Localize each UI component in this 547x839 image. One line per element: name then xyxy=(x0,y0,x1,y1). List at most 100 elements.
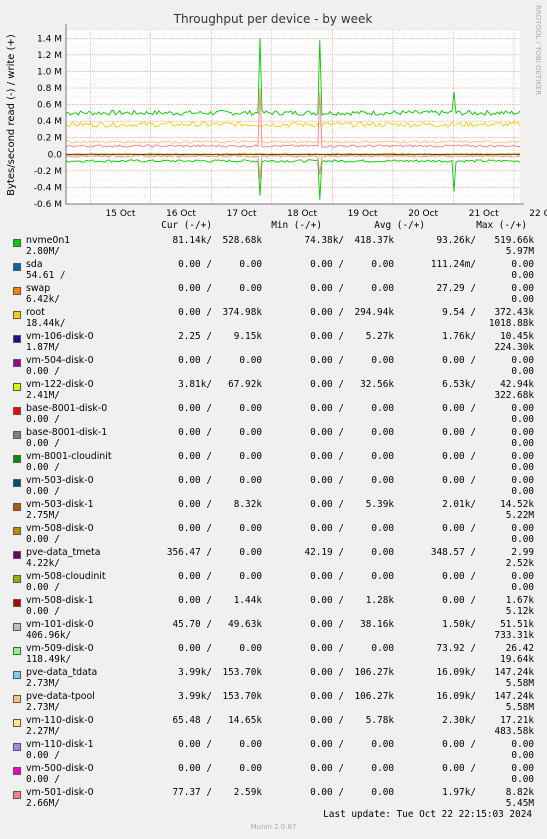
legend-cur-w: 153.70k xyxy=(222,691,262,702)
legend-swatch xyxy=(13,383,21,391)
legend-avg-r: 0.00 / xyxy=(442,523,476,534)
legend-cur-w: 0.00 xyxy=(239,259,262,270)
legend-min-r: 0.00 / xyxy=(310,691,344,702)
legend-max-read: 54.61 / xyxy=(26,270,66,281)
legend-min-w: 1.28k xyxy=(365,595,394,606)
y-tick-label: -0.6 M xyxy=(34,200,62,210)
legend-max-read: 0.00 / xyxy=(26,750,60,761)
legend-cur-w: 153.70k xyxy=(222,667,262,678)
legend-min-r: 0.00 / xyxy=(310,283,344,294)
legend-min-r: 0.00 / xyxy=(310,451,344,462)
legend-avg-r: 16.09k/ xyxy=(436,691,476,702)
legend-avg-w: 0.00 xyxy=(511,451,534,462)
legend-series-name: vm-500-disk-0 xyxy=(26,763,94,774)
legend-series-name: vm-509-disk-0 xyxy=(26,643,94,654)
legend-max-read: 1.87M/ xyxy=(26,342,60,353)
legend-cur-r: 0.00 / xyxy=(178,259,212,270)
legend-swatch xyxy=(13,431,21,439)
legend-series-name: vm-110-disk-0 xyxy=(26,715,94,726)
legend-min-r: 0.00 / xyxy=(310,571,344,582)
legend-min-w: 0.00 xyxy=(371,355,394,366)
legend-avg-w: 0.00 xyxy=(511,523,534,534)
legend-min-w: 0.00 xyxy=(371,571,394,582)
legend-series-name: nvme0n1 xyxy=(26,235,71,246)
legend-row-pve-data-tpool: pve-data-tpool 3.99k/153.70k 0.00 / 106.27k… xyxy=(0,690,547,714)
legend-min-w: 32.56k xyxy=(360,379,394,390)
legend-max-write: 5.58M xyxy=(505,702,534,713)
legend-min-r: 0.00 / xyxy=(310,523,344,534)
legend-header-avg: Avg (-/+) xyxy=(374,220,425,231)
legend-max-read: 2.27M/ xyxy=(26,726,60,737)
legend-min-w: 106.27k xyxy=(354,691,394,702)
legend-avg-r: 93.26k/ xyxy=(436,235,476,246)
legend-swatch xyxy=(13,647,21,655)
legend-avg-w: 519.66k xyxy=(494,235,534,246)
legend-avg-r: 1.76k/ xyxy=(442,331,476,342)
legend-swatch xyxy=(13,671,21,679)
legend-swatch xyxy=(13,623,21,631)
legend-cur-r: 3.99k/ xyxy=(178,667,212,678)
legend-series-name: base-8001-disk-1 xyxy=(26,427,108,438)
legend-max-read: 0.00 / xyxy=(26,438,60,449)
legend-series-name: base-8001-disk-0 xyxy=(26,403,108,414)
legend-min-w: 5.78k xyxy=(365,715,394,726)
legend-row-vm-110-disk-1: vm-110-disk-1 0.00 /0.00 0.00 /0.00 0.00 /0… xyxy=(0,738,547,762)
legend-min-w: 106.27k xyxy=(354,667,394,678)
throughput-chart: Throughput per device - by week RRDTOOL … xyxy=(6,5,547,219)
legend-avg-r: 2.01k/ xyxy=(442,499,476,510)
legend-avg-w: 14.52k xyxy=(500,499,534,510)
legend-max-read: 2.73M/ xyxy=(26,678,60,689)
legend-avg-r: 0.00 / xyxy=(442,763,476,774)
legend-avg-r: 9.54 / xyxy=(442,307,476,318)
legend-min-w: 0.00 xyxy=(371,259,394,270)
last-update: Last update: Tue Oct 22 22:15:03 2024 xyxy=(323,809,532,820)
legend-min-w: 0.00 xyxy=(371,763,394,774)
legend-swatch xyxy=(13,479,21,487)
legend-max-write: 5.22M xyxy=(505,510,534,521)
legend-max-write: 224.30k xyxy=(494,342,534,353)
legend-row-swap: swap 0.00 / 0.00 0.00 / 0.00 27.29 / 0.00 6.42k… xyxy=(0,282,547,306)
legend-swatch xyxy=(13,287,21,295)
legend-max-write: 0.00 xyxy=(511,774,534,785)
legend-min-r: 0.00 / xyxy=(310,427,344,438)
legend-min-r: 0.00 / xyxy=(310,379,344,390)
legend-min-r: 0.00 / xyxy=(310,499,344,510)
legend-cur-r: 0.00 / xyxy=(178,307,212,318)
legend-cur-r: 45.70 / xyxy=(172,619,212,630)
legend-row-nvme0n1: nvme0n1 81.14k/528.68k 74.38k/418.37k 93.26… xyxy=(0,234,547,258)
legend-swatch xyxy=(13,407,21,415)
legend-cur-r: 0.00 / xyxy=(178,451,212,462)
legend-row-vm-122-disk-0: vm-122-disk-0 3.81k/67.92k 0.00 / 32.56k 6.5… xyxy=(0,378,547,402)
legend-min-w: 0.00 xyxy=(371,427,394,438)
legend-avg-r: 0.00 / xyxy=(442,451,476,462)
legend-min-w: 38.16k xyxy=(360,619,394,630)
legend-avg-w: 0.00 xyxy=(511,259,534,270)
x-tick-label: 16 Oct xyxy=(166,209,196,219)
x-tick-label: 22 Oct xyxy=(529,209,547,219)
legend-swatch xyxy=(13,791,21,799)
legend-series-name: pve-data_tmeta xyxy=(26,547,101,558)
legend-min-w: 418.37k xyxy=(354,235,394,246)
legend-swatch xyxy=(13,695,21,703)
legend-avg-r: 0.00 / xyxy=(442,739,476,750)
legend-cur-r: 77.37 / xyxy=(172,787,212,798)
legend-max-write: 0.00 xyxy=(511,438,534,449)
x-tick-label: 19 Oct xyxy=(348,209,378,219)
legend-row-vm-508-disk-1: vm-508-disk-1 0.00 /1.44k 0.00 /1.28k 0.00 … xyxy=(0,594,547,618)
legend-swatch xyxy=(13,359,21,367)
legend-avg-r: 348.57 / xyxy=(430,547,476,558)
legend-cur-w: 374.98k xyxy=(222,307,262,318)
legend-min-r: 0.00 / xyxy=(310,739,344,750)
legend-min-w: 294.94k xyxy=(354,307,394,318)
y-tick-label: -0.4 M xyxy=(34,183,62,193)
legend-avg-w: 0.00 xyxy=(511,403,534,414)
legend-cur-w: 0.00 xyxy=(239,451,262,462)
legend-cur-r: 0.00 / xyxy=(178,571,212,582)
legend-max-write: 0.00 xyxy=(511,366,534,377)
legend-series-name: pve-data_tdata xyxy=(26,667,98,678)
legend-series-name: swap xyxy=(26,283,51,294)
legend-min-r: 0.00 / xyxy=(310,331,344,342)
legend-avg-r: 1.97k/ xyxy=(442,787,476,798)
legend-avg-r: 0.00 / xyxy=(442,403,476,414)
legend-cur-w: 0.00 xyxy=(239,643,262,654)
